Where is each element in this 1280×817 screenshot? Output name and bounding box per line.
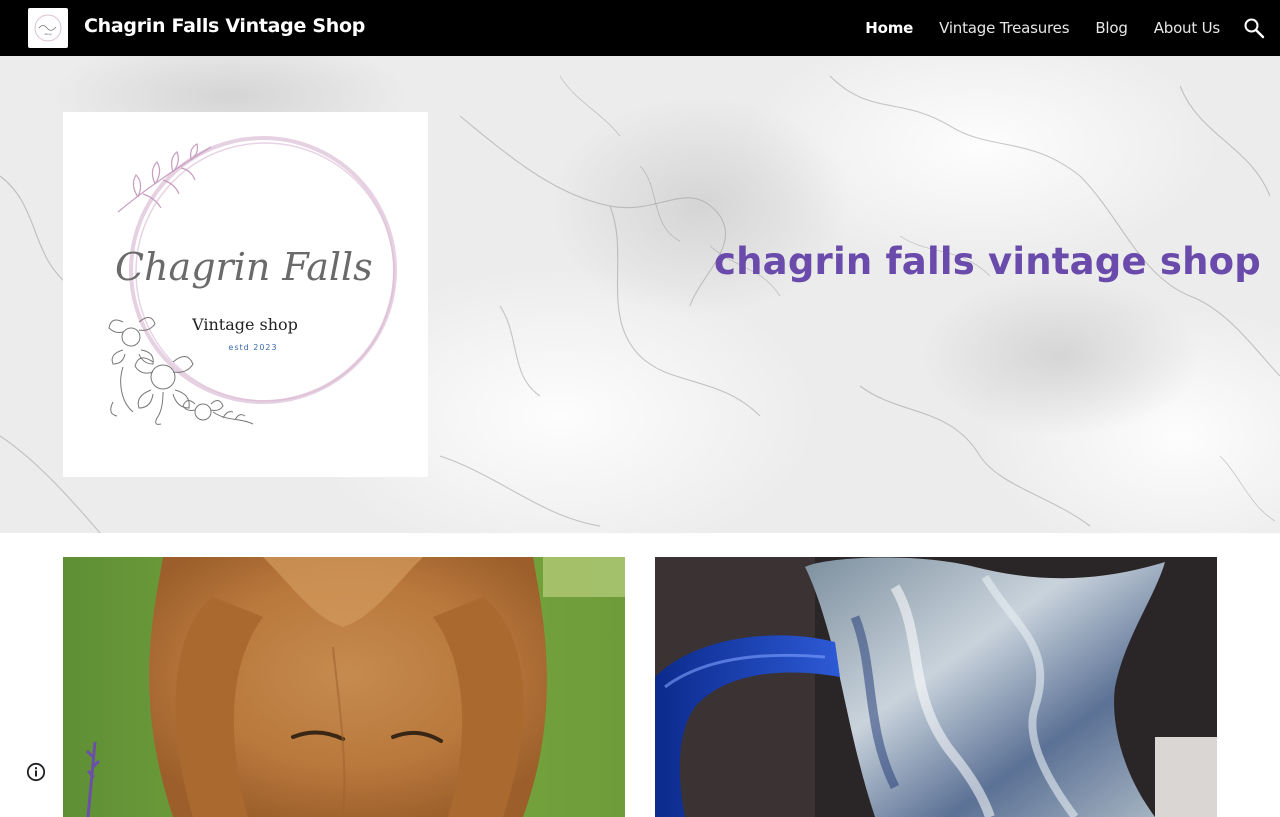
shop-logo-image: Chagrin Falls Vintage shop estd 2023 (63, 112, 428, 477)
nav-item-blog[interactable]: Blog (1095, 19, 1128, 37)
nav-item-about-us[interactable]: About Us (1154, 19, 1221, 37)
search-icon[interactable] (1242, 16, 1266, 40)
site-logo-icon[interactable]: shop (28, 8, 68, 48)
svg-text:shop: shop (44, 32, 51, 36)
nav-item-home[interactable]: Home (865, 19, 913, 37)
dog-photo (63, 557, 625, 817)
logo-script-text: Chagrin Falls (115, 245, 373, 289)
hero-heading: chagrin falls vintage shop (714, 240, 1261, 283)
glass-pitcher-photo (655, 557, 1217, 817)
info-icon[interactable] (26, 762, 46, 782)
top-navigation-bar: shop Chagrin Falls Vintage Shop Home Vin… (0, 0, 1280, 56)
hero-banner: Chagrin Falls Vintage shop estd 2023 cha… (0, 56, 1280, 533)
logo-established: estd 2023 (228, 343, 277, 352)
nav-item-vintage-treasures[interactable]: Vintage Treasures (939, 19, 1069, 37)
site-title[interactable]: Chagrin Falls Vintage Shop (84, 15, 365, 37)
main-nav: Home Vintage Treasures Blog About Us (839, 0, 1220, 56)
logo-subtitle: Vintage shop (191, 315, 298, 334)
